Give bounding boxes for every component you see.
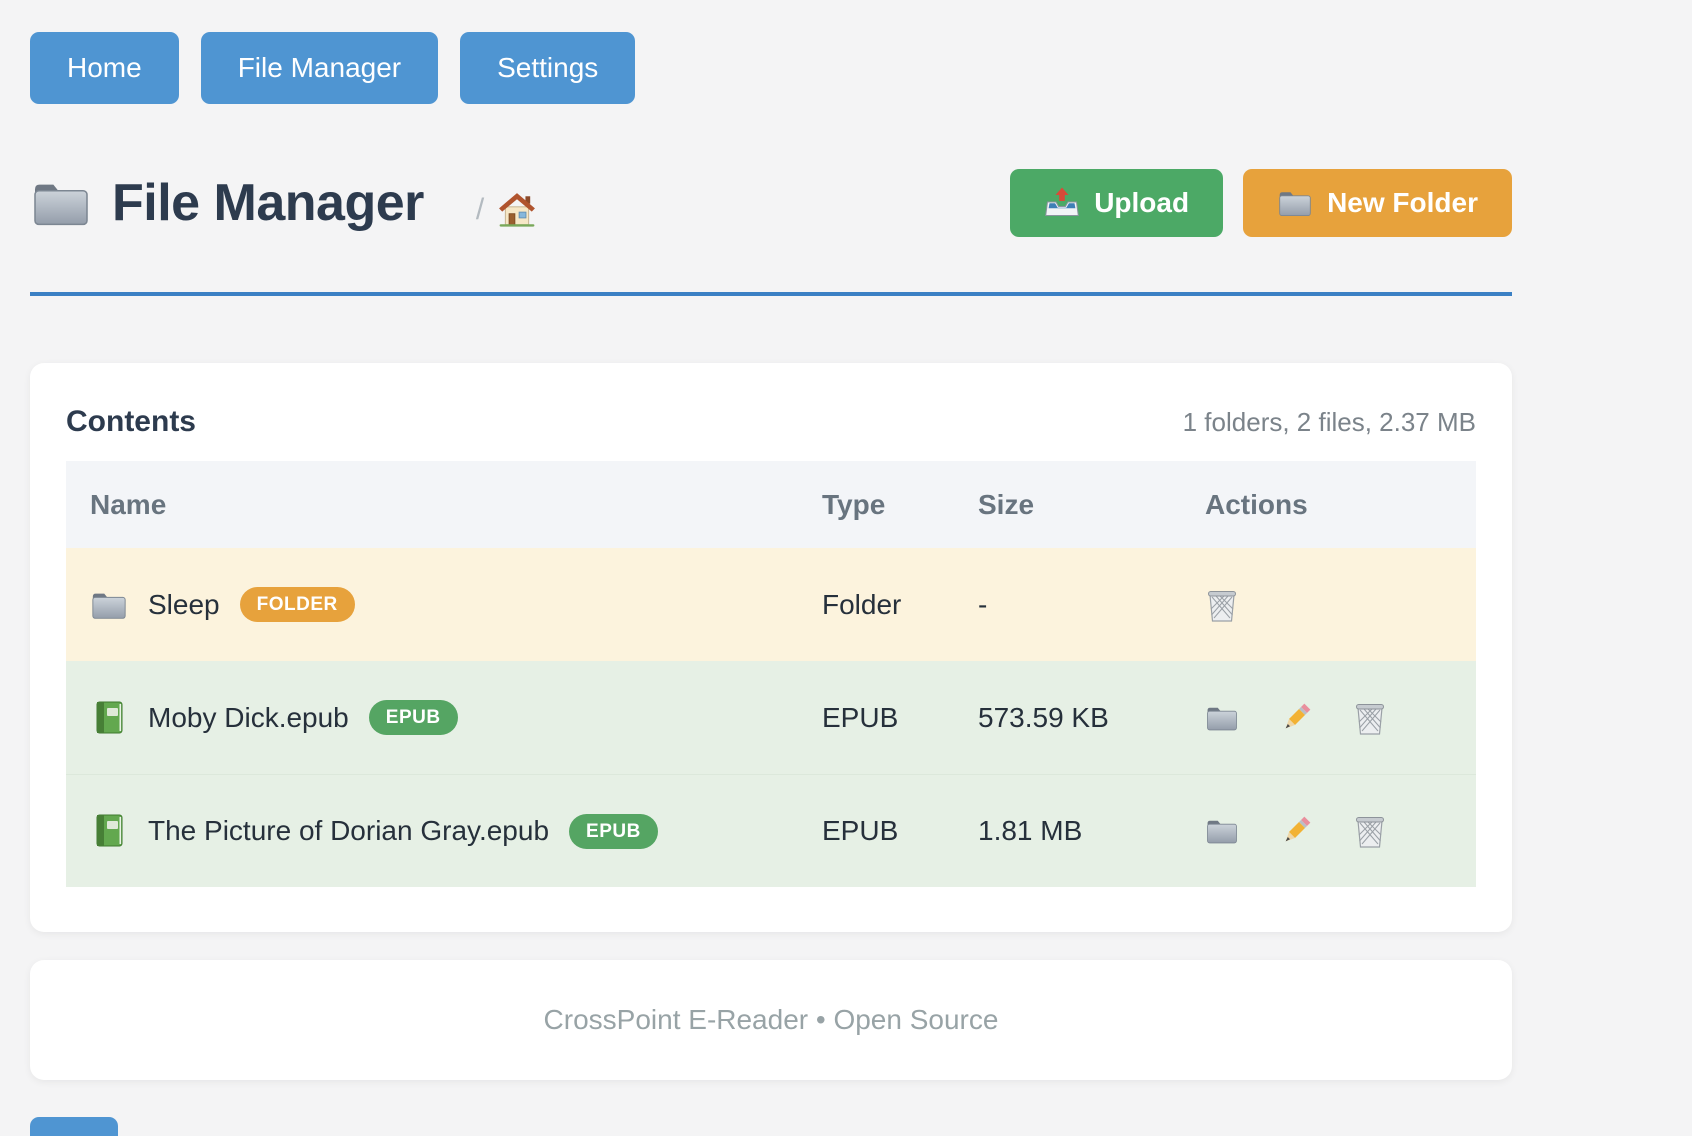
folder-badge: FOLDER (240, 587, 355, 622)
file-name[interactable]: Moby Dick.epub (148, 702, 349, 734)
upload-button[interactable]: Upload (1010, 169, 1223, 237)
table-header-row: Name Type Size Actions (66, 461, 1476, 548)
move-folder-icon[interactable] (1205, 813, 1239, 849)
file-name[interactable]: The Picture of Dorian Gray.epub (148, 815, 549, 847)
book-icon (90, 813, 128, 849)
page-header: File Manager / Upload New Folder (30, 163, 1512, 243)
contents-card-head: Contents 1 folders, 2 files, 2.37 MB (66, 405, 1476, 439)
column-header-name: Name (66, 489, 822, 521)
title-group: File Manager / (30, 173, 536, 233)
house-icon[interactable] (498, 192, 536, 228)
row-actions (1193, 587, 1476, 623)
contents-summary: 1 folders, 2 files, 2.37 MB (1183, 407, 1476, 438)
file-name[interactable]: Sleep (148, 589, 220, 621)
file-size: - (978, 589, 1193, 621)
breadcrumb-separator: / (476, 193, 484, 227)
nav-button-partial[interactable] (30, 1117, 118, 1136)
epub-badge: EPUB (369, 700, 458, 735)
book-icon (90, 700, 128, 736)
delete-trash-icon[interactable] (1205, 587, 1239, 623)
table-row[interactable]: Moby Dick.epub EPUB EPUB 573.59 KB (66, 661, 1476, 774)
footer-card: CrossPoint E-Reader • Open Source (30, 960, 1512, 1080)
breadcrumb: / (476, 192, 536, 228)
nav-button-home[interactable]: Home (30, 32, 179, 104)
folder-icon (90, 587, 128, 623)
column-header-type: Type (822, 489, 978, 521)
rename-pencil-icon[interactable] (1279, 813, 1313, 849)
delete-trash-icon[interactable] (1353, 813, 1387, 849)
footer-text: CrossPoint E-Reader • Open Source (544, 1004, 999, 1036)
file-size: 1.81 MB (978, 815, 1193, 847)
row-actions (1193, 813, 1476, 849)
new-folder-button-label: New Folder (1327, 187, 1478, 219)
nav-button-settings[interactable]: Settings (460, 32, 635, 104)
nav-button-file-manager[interactable]: File Manager (201, 32, 438, 104)
folder-icon (1277, 187, 1313, 219)
header-actions: Upload New Folder (1010, 169, 1512, 237)
folder-icon (30, 177, 92, 229)
column-header-actions: Actions (1193, 489, 1476, 521)
contents-heading: Contents (66, 405, 196, 439)
upload-tray-icon (1044, 187, 1080, 219)
file-type: EPUB (822, 815, 978, 847)
table-row[interactable]: Sleep FOLDER Folder - (66, 548, 1476, 661)
rename-pencil-icon[interactable] (1279, 700, 1313, 736)
column-header-size: Size (978, 489, 1193, 521)
top-nav: Home File Manager Settings (30, 32, 635, 104)
file-table: Name Type Size Actions Sleep FOLDER Fold… (66, 461, 1476, 887)
table-row[interactable]: The Picture of Dorian Gray.epub EPUB EPU… (66, 774, 1476, 887)
row-actions (1193, 700, 1476, 736)
file-type: EPUB (822, 702, 978, 734)
upload-button-label: Upload (1094, 187, 1189, 219)
page-title: File Manager (112, 173, 424, 233)
file-type: Folder (822, 589, 978, 621)
delete-trash-icon[interactable] (1353, 700, 1387, 736)
file-size: 573.59 KB (978, 702, 1193, 734)
epub-badge: EPUB (569, 814, 658, 849)
move-folder-icon[interactable] (1205, 700, 1239, 736)
contents-card: Contents 1 folders, 2 files, 2.37 MB Nam… (30, 363, 1512, 932)
new-folder-button[interactable]: New Folder (1243, 169, 1512, 237)
header-divider (30, 292, 1512, 296)
